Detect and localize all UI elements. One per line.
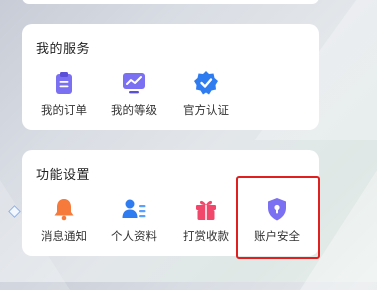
clipboard-icon bbox=[56, 72, 72, 94]
profile-icon bbox=[122, 199, 146, 218]
message-notifications-entry[interactable]: 消息通知 bbox=[30, 196, 98, 244]
my-orders-label: 我的订单 bbox=[41, 103, 87, 117]
gift-icon bbox=[196, 200, 216, 220]
personal-profile-entry[interactable]: 个人资料 bbox=[100, 196, 168, 244]
my-services-title: 我的服务 bbox=[36, 42, 91, 57]
verified-badge-icon bbox=[194, 71, 218, 95]
tips-collection-entry[interactable]: 打赏收款 bbox=[172, 196, 240, 244]
diamond-marker-icon bbox=[8, 205, 21, 218]
message-notifications-label: 消息通知 bbox=[41, 229, 87, 243]
official-verification-entry[interactable]: 官方认证 bbox=[172, 70, 240, 118]
personal-profile-label: 个人资料 bbox=[111, 229, 157, 243]
feature-settings-title: 功能设置 bbox=[36, 168, 91, 183]
my-services-grid: 我的订单 我的等级 官方认证 bbox=[22, 70, 319, 126]
my-services-card: 我的服务 我的订单 我的等级 官方认证 bbox=[22, 24, 319, 130]
official-verification-label: 官方认证 bbox=[183, 103, 229, 117]
my-level-entry[interactable]: 我的等级 bbox=[100, 70, 168, 118]
my-orders-entry[interactable]: 我的订单 bbox=[30, 70, 98, 118]
top-card-edge bbox=[22, 0, 319, 4]
chart-level-icon bbox=[123, 73, 145, 94]
bell-icon bbox=[54, 199, 74, 221]
my-level-label: 我的等级 bbox=[111, 103, 157, 117]
tips-collection-label: 打赏收款 bbox=[183, 229, 229, 243]
highlight-annotation-box bbox=[236, 176, 320, 259]
